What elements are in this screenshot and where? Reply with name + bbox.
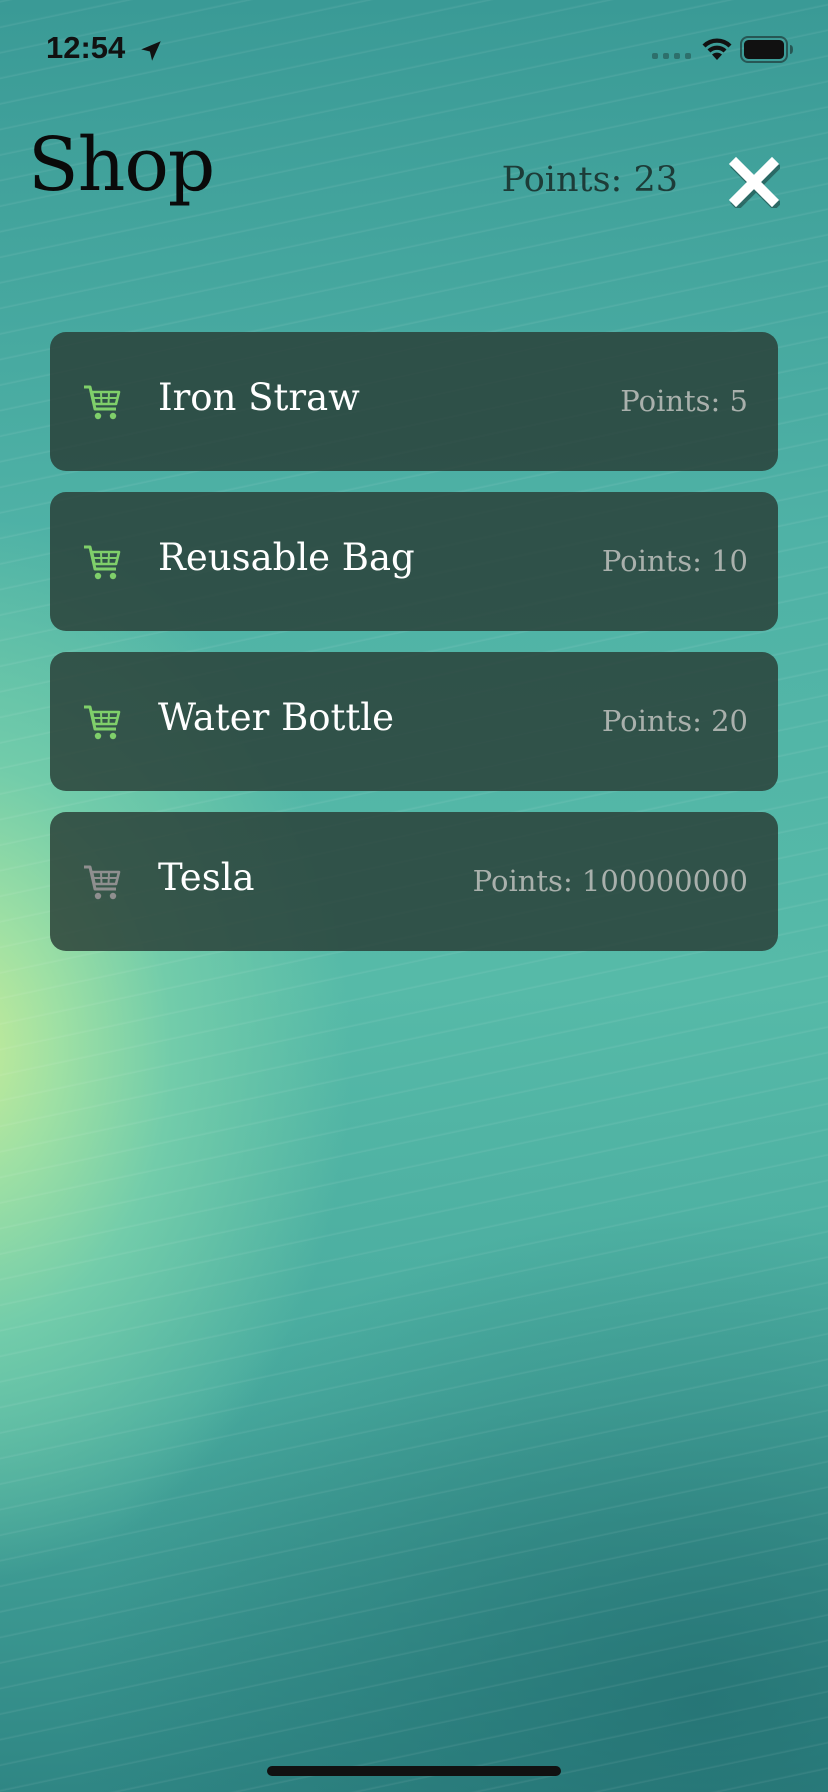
shop-item-list: Iron Straw Points: 5 Reusable Bag Points… — [50, 332, 778, 972]
shop-item-reusable-bag[interactable]: Reusable Bag Points: 10 — [50, 492, 778, 631]
location-arrow-icon — [141, 41, 161, 61]
cellular-signal-icon — [652, 53, 691, 59]
shop-item-water-bottle[interactable]: Water Bottle Points: 20 — [50, 652, 778, 791]
item-price: Points: 10 — [601, 544, 748, 578]
item-price: Points: 5 — [620, 384, 748, 418]
cart-icon — [84, 385, 121, 420]
battery-icon — [740, 36, 793, 63]
wifi-icon — [702, 38, 732, 60]
item-name: Water Bottle — [158, 696, 395, 739]
points-total: Points: 23 — [501, 160, 678, 200]
item-name: Tesla — [158, 856, 255, 899]
item-name: Iron Straw — [158, 376, 360, 419]
shop-item-tesla[interactable]: Tesla Points: 100000000 — [50, 812, 778, 951]
item-price: Points: 20 — [601, 704, 748, 738]
cart-icon — [84, 865, 121, 900]
close-button[interactable] — [728, 156, 782, 211]
close-icon — [728, 156, 782, 211]
cart-icon — [84, 545, 121, 580]
home-indicator[interactable] — [267, 1766, 561, 1776]
status-bar: 12:54 — [0, 0, 828, 100]
cart-icon — [84, 705, 121, 740]
page-title: Shop — [28, 122, 215, 208]
shop-item-iron-straw[interactable]: Iron Straw Points: 5 — [50, 332, 778, 471]
status-time: 12:54 — [46, 30, 126, 65]
item-price: Points: 100000000 — [472, 864, 748, 898]
item-name: Reusable Bag — [158, 536, 415, 579]
